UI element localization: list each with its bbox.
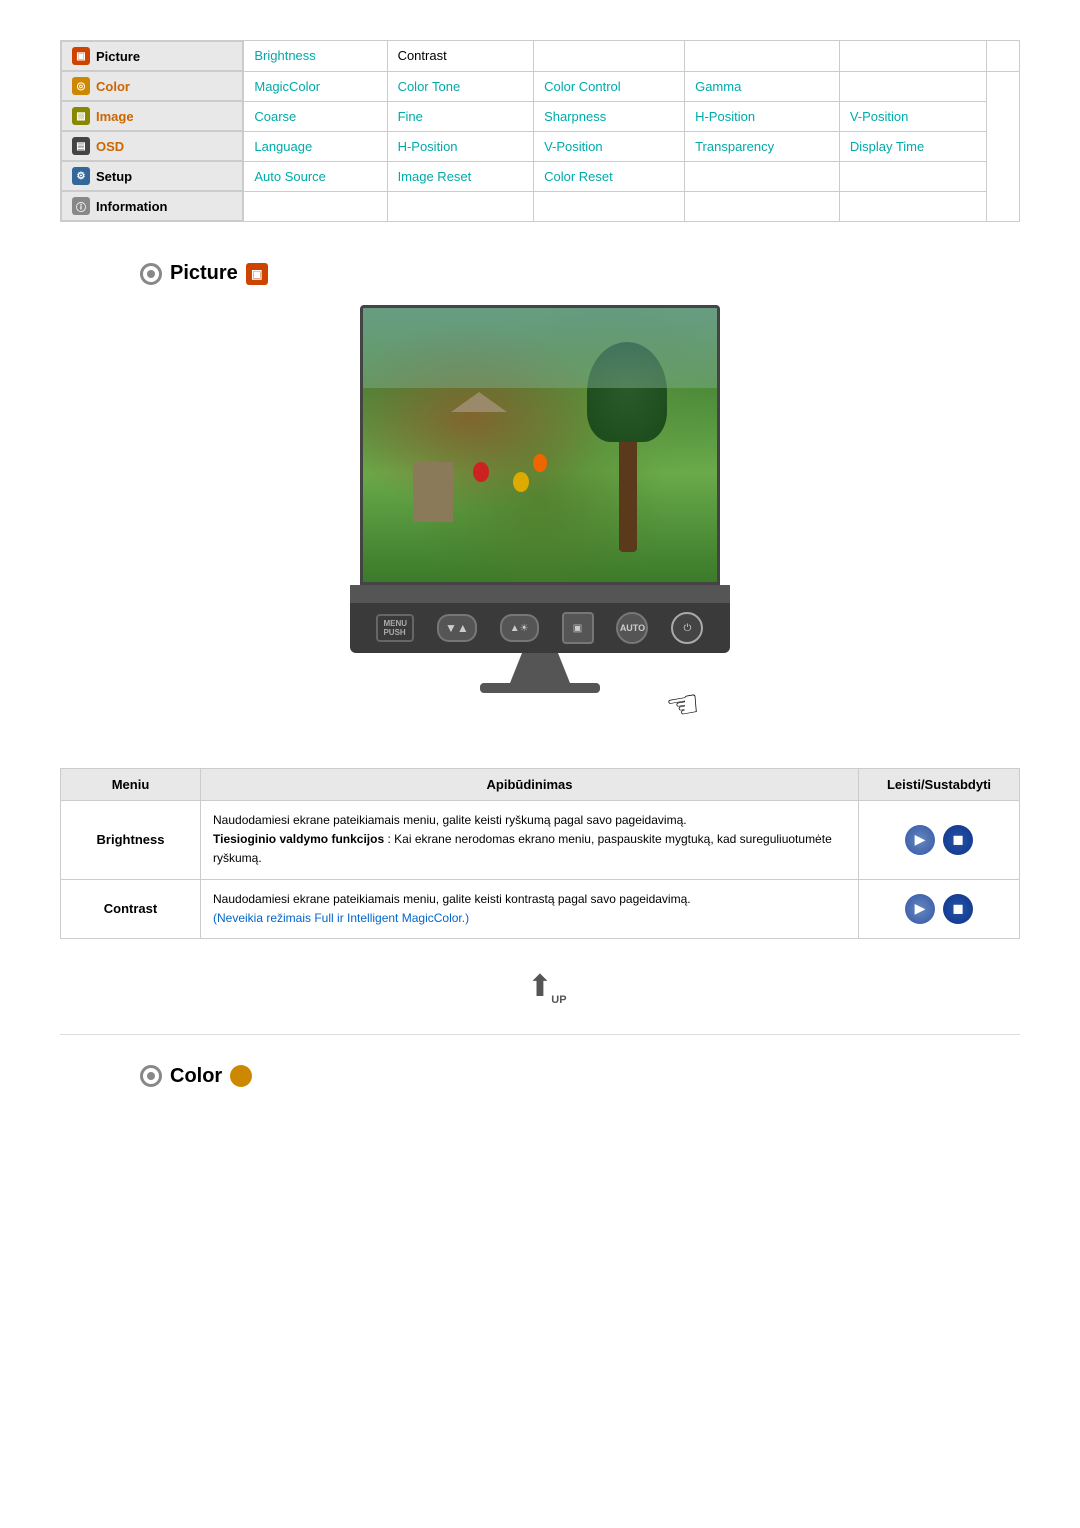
monitor-btn-square[interactable]: ▣: [562, 612, 594, 644]
image-icon: ▧: [72, 107, 90, 125]
nav-colorreset[interactable]: Color Reset: [534, 161, 685, 191]
picture-title-icon: ▣: [246, 263, 268, 285]
nav-empty-10: [534, 191, 685, 222]
monitor-screen: [360, 305, 720, 585]
contrast-stop-btn[interactable]: ◼: [943, 894, 973, 924]
brightness-controls[interactable]: ▶ ◼: [859, 801, 1019, 879]
contrast-description: Naudodamiesi ekrane pateikiamais meniu, …: [201, 880, 859, 938]
monitor-btn-brightness[interactable]: ▲☀: [500, 614, 539, 642]
color-icon: ◎: [72, 77, 90, 95]
monitor-btn-auto[interactable]: AUTO: [616, 612, 648, 644]
info-icon: ⓘ: [72, 197, 90, 215]
nav-info-label[interactable]: Information: [96, 199, 168, 214]
picture-section-header: Picture ▣: [140, 262, 1020, 285]
picture-title: Picture: [170, 262, 238, 285]
nav-displaytime[interactable]: Display Time: [839, 131, 987, 161]
picture-header-icon: [140, 263, 162, 285]
nav-empty-5: [839, 71, 987, 101]
lantern-red: [473, 462, 489, 482]
monitor-btn-menu[interactable]: MENUPUSH: [376, 614, 414, 642]
pagoda: [413, 462, 453, 522]
nav-vposition-osd[interactable]: V-Position: [534, 131, 685, 161]
nav-empty-6: [685, 161, 840, 191]
monitor-btn-down[interactable]: ▼▲: [437, 614, 477, 642]
col-header-description: Apibūdinimas: [201, 769, 859, 800]
contrast-play-btn[interactable]: ▶: [905, 894, 935, 924]
nav-empty-4: [987, 41, 1020, 72]
table-row-contrast: Contrast Naudodamiesi ekrane pateikiamai…: [61, 880, 1019, 938]
up-arrow-container: ⬆UP: [60, 969, 1020, 1004]
nav-empty-9: [387, 191, 534, 222]
nav-table: ▣ Picture Brightness Contrast ◎ Color Ma…: [60, 40, 1020, 222]
lantern-yellow: [513, 472, 529, 492]
nav-brightness[interactable]: Brightness: [244, 41, 387, 72]
nav-hposition-osd[interactable]: H-Position: [387, 131, 534, 161]
col-header-controls: Leisti/Sustabdyti: [859, 769, 1019, 800]
pagoda-roof: [451, 392, 507, 412]
nav-empty-12: [839, 191, 987, 222]
contrast-controls[interactable]: ▶ ◼: [859, 880, 1019, 938]
tree-trunk: [619, 432, 637, 552]
nav-magiccolor[interactable]: MagicColor: [244, 71, 387, 101]
monitor-stand: [510, 653, 570, 683]
nav-picture-label[interactable]: Picture: [96, 49, 140, 64]
nav-empty-3: [839, 41, 987, 72]
brightness-play-btn[interactable]: ▶: [905, 825, 935, 855]
nav-fine[interactable]: Fine: [387, 101, 534, 131]
table-row-brightness: Brightness Naudodamiesi ekrane pateikiam…: [61, 801, 1019, 880]
nav-image-label[interactable]: Image: [96, 109, 134, 124]
monitor-controls: MENUPUSH ▼▲ ▲☀ ▣ AUTO ⏻: [350, 603, 730, 653]
color-title-icon: [230, 1065, 252, 1087]
lantern-orange: [533, 454, 547, 472]
nav-sharpness[interactable]: Sharpness: [534, 101, 685, 131]
picture-icon: ▣: [72, 47, 90, 65]
nav-empty-11: [685, 191, 840, 222]
nav-imagereset[interactable]: Image Reset: [387, 161, 534, 191]
nav-empty-8: [244, 191, 387, 222]
brightness-description: Naudodamiesi ekrane pateikiamais meniu, …: [201, 801, 859, 879]
nav-autosource[interactable]: Auto Source: [244, 161, 387, 191]
contrast-menu-name: Contrast: [61, 880, 201, 938]
color-title: Color: [170, 1065, 222, 1088]
monitor-display: MENUPUSH ▼▲ ▲☀ ▣ AUTO ⏻ ☞: [60, 305, 1020, 728]
section-divider: [60, 1034, 1020, 1035]
up-arrow-icon: ⬆UP: [527, 969, 552, 1004]
nav-language[interactable]: Language: [244, 131, 387, 161]
nav-gamma[interactable]: Gamma: [685, 71, 840, 101]
info-table: Meniu Apibūdinimas Leisti/Sustabdyti Bri…: [60, 768, 1020, 939]
nav-empty-1: [534, 41, 685, 72]
brightness-menu-name: Brightness: [61, 801, 201, 879]
nav-color-label[interactable]: Color: [96, 79, 130, 94]
hand-cursor-icon: ☞: [662, 680, 703, 730]
color-section-header: Color: [140, 1065, 1020, 1088]
brightness-stop-btn[interactable]: ◼: [943, 825, 973, 855]
nav-empty-7: [839, 161, 987, 191]
monitor-bezel-bottom: [350, 585, 730, 603]
nav-setup-label[interactable]: Setup: [96, 169, 132, 184]
nav-hposition-img[interactable]: H-Position: [685, 101, 840, 131]
nav-transparency[interactable]: Transparency: [685, 131, 840, 161]
color-header-icon-circle: [140, 1065, 162, 1087]
nav-colorcontrol[interactable]: Color Control: [534, 71, 685, 101]
monitor-btn-power[interactable]: ⏻: [671, 612, 703, 644]
nav-contrast[interactable]: Contrast: [387, 41, 534, 72]
nav-colortone[interactable]: Color Tone: [387, 71, 534, 101]
col-header-menu: Meniu: [61, 769, 201, 800]
nav-empty-2: [685, 41, 840, 72]
nav-coarse[interactable]: Coarse: [244, 101, 387, 131]
nav-osd-label[interactable]: OSD: [96, 139, 124, 154]
setup-icon: ⚙: [72, 167, 90, 185]
info-table-header: Meniu Apibūdinimas Leisti/Sustabdyti: [61, 769, 1019, 801]
nav-vposition-img[interactable]: V-Position: [839, 101, 987, 131]
osd-icon: ▤: [72, 137, 90, 155]
